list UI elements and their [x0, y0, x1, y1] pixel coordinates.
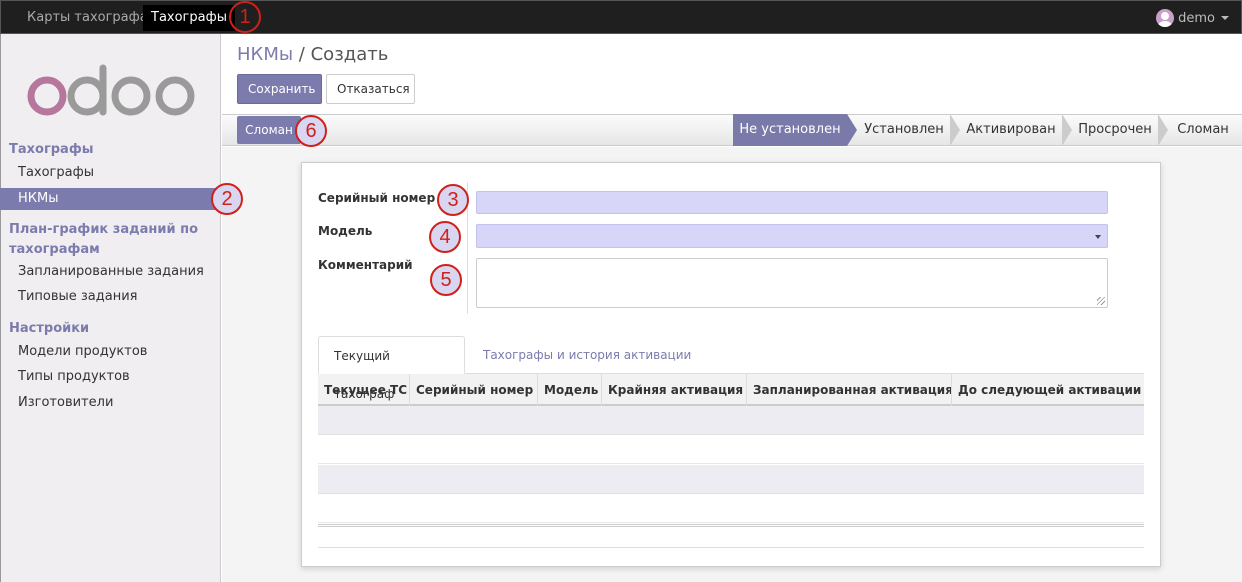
breadcrumb-current: Создать — [310, 44, 389, 65]
stage-arrow-icon — [847, 114, 857, 146]
tab-current-tachograph[interactable]: Текущий тахограф — [318, 336, 465, 401]
callout-1: 1 — [229, 1, 261, 33]
model-label: Модель — [318, 224, 373, 238]
column-planned-activation[interactable]: Запланированная активация — [747, 374, 952, 406]
stage-activated[interactable]: Активирован — [960, 114, 1062, 146]
sidebar-item-product-types[interactable]: Типы продуктов — [0, 366, 220, 388]
chevron-down-icon — [1221, 16, 1229, 20]
stage-expired[interactable]: Просрочен — [1072, 114, 1158, 146]
stage-broken[interactable]: Сломан — [1168, 114, 1238, 146]
sidebar-item-template-tasks[interactable]: Типовые задания — [0, 286, 220, 308]
sidebar-section-schedule-line1: План-график заданий по — [9, 222, 199, 237]
column-serial-number[interactable]: Серийный номер — [410, 374, 538, 406]
menu-tachograph-cards[interactable]: Карты тахографа — [19, 5, 156, 31]
stage-arrow-icon — [950, 114, 960, 146]
breadcrumb: НКМы / Создать — [237, 44, 388, 65]
broken-button[interactable]: Сломан — [237, 116, 301, 144]
column-next-activation[interactable]: До следующей активации — [952, 374, 1144, 406]
sidebar-section-settings: Настройки — [9, 321, 90, 336]
sidebar-item-manufacturers[interactable]: Изготовители — [0, 392, 220, 414]
callout-6: 6 — [295, 115, 327, 147]
breadcrumb-parent[interactable]: НКМы — [237, 44, 293, 65]
table-header: Текущее ТС Серийный номер Модель Крайняя… — [318, 374, 1144, 406]
sidebar-item-nkm[interactable]: НКМы — [0, 188, 220, 210]
odoo-logo — [27, 64, 195, 116]
table-row — [318, 406, 1144, 435]
tab-tachograph-history[interactable]: Тахографы и история активации — [468, 336, 706, 374]
comment-textarea[interactable] — [476, 258, 1108, 308]
stage-installed[interactable]: Установлен — [858, 114, 950, 146]
sidebar-item-product-models[interactable]: Модели продуктов — [0, 341, 220, 363]
stage-arrow-icon — [1158, 114, 1168, 146]
user-menu[interactable]: demo — [1156, 9, 1229, 27]
sidebar-section-schedule-line2: тахографам — [9, 242, 100, 257]
column-model[interactable]: Модель — [538, 374, 602, 406]
callout-2: 2 — [211, 183, 243, 215]
table-row — [318, 494, 1144, 523]
discard-button[interactable]: Отказаться — [326, 74, 415, 104]
resize-handle-icon[interactable] — [1097, 297, 1105, 305]
sidebar-item-tachographs[interactable]: Тахографы — [0, 162, 220, 184]
sidebar-section-schedule: План-график заданий по тахографам — [9, 220, 198, 260]
table-footer — [318, 524, 1144, 548]
serial-number-field[interactable] — [476, 191, 1108, 214]
column-last-activation[interactable]: Крайняя активация — [602, 374, 747, 406]
table-row — [318, 435, 1144, 464]
breadcrumb-separator: / — [298, 44, 305, 65]
top-menu-bar: Карты тахографа Тахографы demo — [0, 0, 1242, 34]
comment-label: Комментарий — [318, 258, 413, 272]
callout-4: 4 — [429, 221, 461, 253]
save-button[interactable]: Сохранить — [237, 74, 322, 104]
stage-not-installed[interactable]: Не установлен — [733, 114, 847, 146]
sidebar-section-tachographs: Тахографы — [9, 142, 94, 157]
dropdown-arrow-icon — [1095, 235, 1101, 239]
callout-3: 3 — [437, 184, 469, 216]
user-name: demo — [1178, 10, 1215, 26]
serial-number-label: Серийный номер — [318, 191, 436, 205]
sidebar — [0, 34, 221, 582]
callout-5: 5 — [430, 264, 462, 296]
menu-tachographs[interactable]: Тахографы — [143, 5, 235, 31]
model-select[interactable] — [476, 224, 1108, 248]
sidebar-item-planned-tasks[interactable]: Запланированные задания — [0, 261, 220, 283]
avatar — [1156, 9, 1175, 27]
stage-arrow-icon — [1062, 114, 1072, 146]
table-row — [318, 465, 1144, 494]
